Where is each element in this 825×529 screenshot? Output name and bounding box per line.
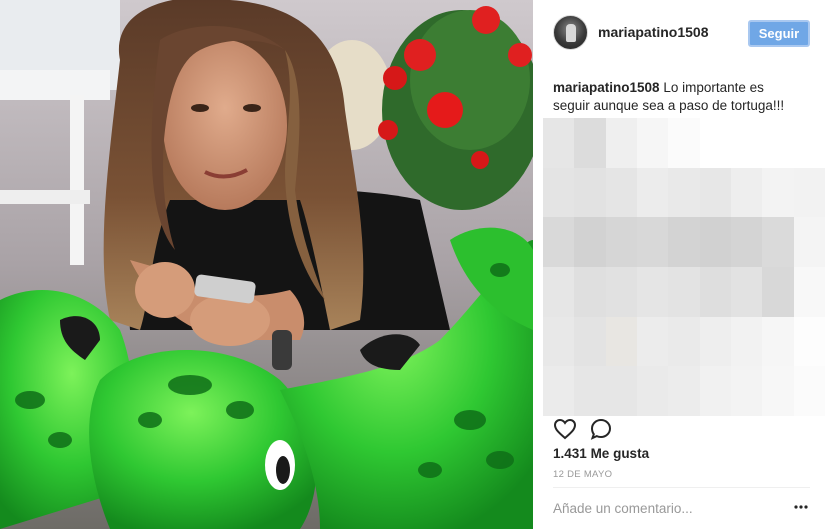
pixel-cell: [668, 366, 700, 416]
pixel-cell: [793, 366, 825, 416]
follow-button[interactable]: Seguir: [748, 20, 810, 47]
pixel-cell: [605, 267, 637, 317]
pixel-cell: [668, 217, 700, 267]
comment-box: [553, 487, 810, 529]
pixel-cell: [668, 167, 700, 218]
comment-icon[interactable]: [589, 417, 613, 441]
pixel-cell: [793, 267, 825, 317]
pixelated-comments: [543, 118, 825, 416]
pixel-cell: [793, 118, 825, 168]
pixel-cell: [699, 217, 731, 267]
likes-label: Me gusta: [590, 446, 650, 461]
pixel-cell: [668, 118, 700, 168]
post-side-panel: mariapatino1508 Seguir mariapatino1508 L…: [533, 0, 825, 529]
pixel-cell: [762, 167, 794, 218]
pixel-cell: [699, 167, 731, 218]
pixel-cell: [699, 267, 731, 317]
ellipsis-icon[interactable]: [794, 504, 808, 510]
pixel-cell: [605, 118, 637, 168]
pixel-cell: [699, 118, 731, 168]
header-username[interactable]: mariapatino1508: [598, 24, 709, 40]
pixel-cell: [637, 217, 669, 267]
pixel-cell: [637, 118, 669, 168]
pixel-cell: [605, 217, 637, 267]
post-header: mariapatino1508 Seguir: [533, 0, 825, 66]
pixel-cell: [574, 366, 606, 416]
comment-input[interactable]: [553, 496, 783, 521]
pixel-cell: [605, 366, 637, 416]
pixel-cell: [574, 167, 606, 218]
pixel-cell: [574, 267, 606, 317]
pixel-cell: [793, 217, 825, 267]
photo-woman-on-turtle-float-icon: [0, 0, 533, 529]
likes-count[interactable]: 1.431 Me gusta: [553, 446, 649, 461]
pixel-cell: [668, 267, 700, 317]
pixel-cell: [699, 316, 731, 367]
likes-number: 1.431: [553, 446, 587, 461]
pixel-cell: [574, 316, 606, 367]
pixel-cell: [731, 167, 763, 218]
pixel-cell: [543, 217, 575, 267]
pixel-cell: [793, 316, 825, 367]
pixel-cell: [605, 316, 637, 367]
pixel-cell: [731, 366, 763, 416]
pixel-cell: [605, 167, 637, 218]
post-caption: mariapatino1508 Lo importante es seguir …: [553, 79, 803, 115]
pixel-cell: [731, 217, 763, 267]
avatar-icon[interactable]: [553, 15, 588, 50]
pixel-cell: [731, 118, 763, 168]
pixel-cell: [637, 167, 669, 218]
pixel-cell: [637, 366, 669, 416]
pixel-cell: [731, 267, 763, 317]
pixel-cell: [543, 316, 575, 367]
post-date[interactable]: 12 DE MAYO: [553, 469, 612, 480]
post-actions: [553, 417, 813, 443]
pixel-cell: [731, 316, 763, 367]
pixel-cell: [762, 267, 794, 317]
heart-icon[interactable]: [553, 417, 577, 441]
pixel-cell: [637, 267, 669, 317]
pixel-cell: [543, 366, 575, 416]
post-photo[interactable]: [0, 0, 533, 529]
pixel-cell: [793, 167, 825, 218]
pixel-cell: [637, 316, 669, 367]
pixel-cell: [762, 118, 794, 168]
pixel-cell: [574, 217, 606, 267]
pixel-cell: [668, 316, 700, 367]
pixel-cell: [543, 167, 575, 218]
pixelation-grid: [543, 118, 825, 416]
pixel-cell: [699, 366, 731, 416]
pixel-cell: [574, 118, 606, 168]
pixel-cell: [762, 217, 794, 267]
pixel-cell: [543, 267, 575, 317]
caption-username[interactable]: mariapatino1508: [553, 80, 660, 95]
pixel-cell: [762, 316, 794, 367]
pixel-cell: [543, 118, 575, 168]
pixel-cell: [762, 366, 794, 416]
